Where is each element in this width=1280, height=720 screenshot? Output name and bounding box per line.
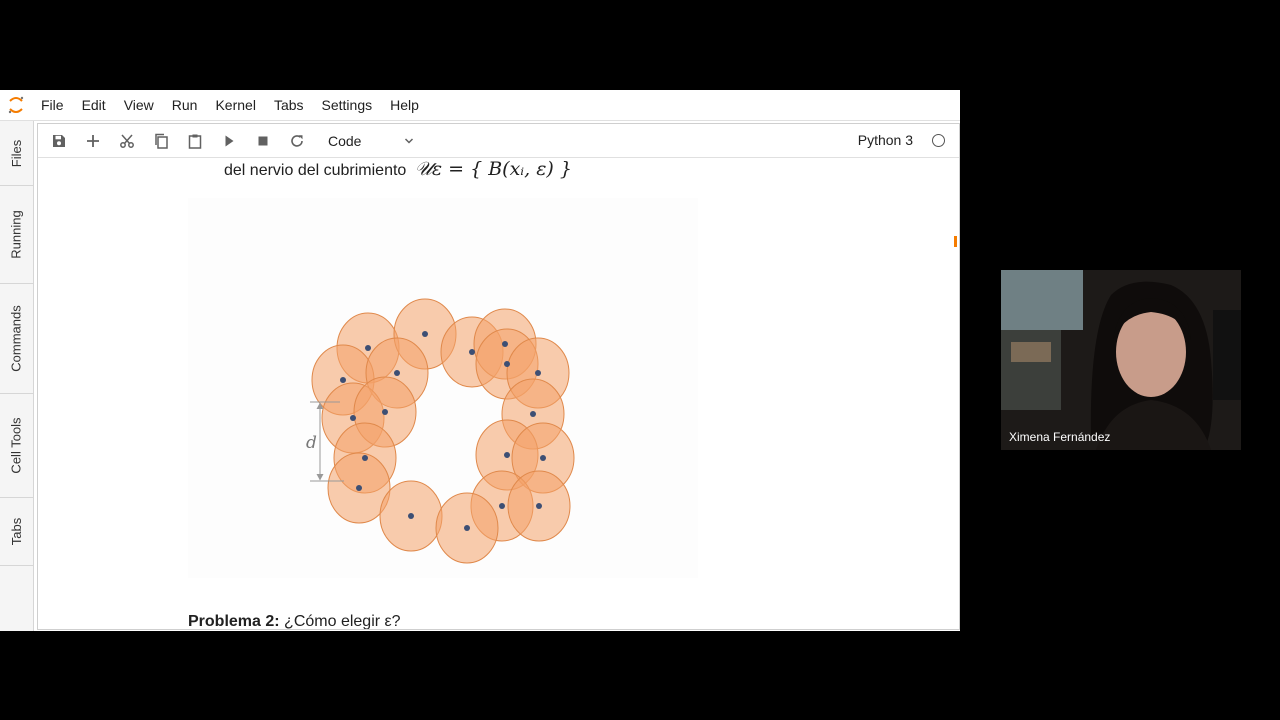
- ball-center-point: [504, 452, 510, 458]
- ball-center-point: [536, 503, 542, 509]
- sidebar-tab-label: Files: [8, 139, 24, 167]
- run-cell-button[interactable]: [212, 126, 246, 156]
- ball-center-point: [530, 411, 536, 417]
- restart-kernel-button[interactable]: [280, 126, 314, 156]
- left-sidebar: Files Running Commands Cell Tools Tabs: [0, 121, 34, 631]
- text-line-content: del nervio del cubrimiento: [224, 162, 407, 179]
- menu-kernel[interactable]: Kernel: [206, 90, 264, 120]
- ball-center-point: [408, 513, 414, 519]
- problem-label: Problema 2:: [188, 613, 280, 629]
- ball-center-point: [504, 361, 510, 367]
- menu-file[interactable]: File: [32, 90, 73, 120]
- menu-run[interactable]: Run: [163, 90, 207, 120]
- ball-center-point: [340, 377, 346, 383]
- sidebar-tab-label: Commands: [9, 304, 24, 372]
- save-button[interactable]: [42, 126, 76, 156]
- cell-type-dropdown[interactable]: Code: [328, 133, 414, 149]
- sidebar-tab-label: Running: [9, 209, 24, 259]
- ball-center-point: [540, 455, 546, 461]
- ball-center-point: [362, 455, 368, 461]
- sidebar-tab-label: Cell Tools: [9, 416, 24, 474]
- save-icon: [53, 134, 65, 147]
- stop-icon: [258, 136, 268, 145]
- ball-center-point: [502, 341, 508, 347]
- menu-edit[interactable]: Edit: [73, 90, 115, 120]
- cell-type-value: Code: [328, 132, 362, 149]
- notebook-panel: Code Python 3 del nervio del cubrimiento…: [37, 123, 960, 630]
- math-expression: 𝒰ε = { B(xᵢ, ε) }: [414, 158, 572, 180]
- jupyterlab-window: File Edit View Run Kernel Tabs Settings …: [0, 90, 960, 631]
- dimension-label: d: [306, 433, 317, 453]
- plus-icon: [87, 134, 99, 147]
- kernel-name[interactable]: Python 3: [858, 124, 913, 157]
- kernel-status-circle-icon: [932, 134, 945, 147]
- chevron-down-icon: [404, 137, 414, 144]
- restart-icon: [291, 134, 303, 147]
- menu-view[interactable]: View: [115, 90, 163, 120]
- ball-center-point: [535, 370, 541, 376]
- ball-center-point: [365, 345, 371, 351]
- ball-center-point: [422, 331, 428, 337]
- sidebar-tab-files[interactable]: Files: [0, 121, 33, 186]
- jupyter-logo-icon[interactable]: [0, 90, 32, 120]
- markdown-text-line: del nervio del cubrimiento 𝒰ε = { B(xᵢ, …: [224, 158, 572, 180]
- problem-question: ¿Cómo elegir ε?: [284, 613, 401, 629]
- problem-heading: Problema 2: ¿Cómo elegir ε?: [188, 613, 401, 629]
- ball-center-point: [499, 503, 505, 509]
- covering-balls-figure: d: [188, 198, 698, 578]
- menu-bar: File Edit View Run Kernel Tabs Settings …: [0, 90, 960, 121]
- ball-center-point: [382, 409, 388, 415]
- scrollbar-marker[interactable]: [954, 236, 957, 247]
- participant-video-image: [1001, 270, 1241, 450]
- sidebar-tab-tabs[interactable]: Tabs: [0, 497, 33, 566]
- notebook-content[interactable]: del nervio del cubrimiento 𝒰ε = { B(xᵢ, …: [38, 158, 959, 629]
- copy-button[interactable]: [144, 126, 178, 156]
- paste-icon: [188, 134, 202, 149]
- paste-button[interactable]: [178, 126, 212, 156]
- cut-icon: [120, 134, 134, 148]
- participant-name: Ximena Fernández: [1009, 430, 1111, 444]
- ball-center-point: [350, 415, 356, 421]
- sidebar-tab-cell-tools[interactable]: Cell Tools: [0, 393, 33, 498]
- menu-help[interactable]: Help: [381, 90, 428, 120]
- ball-center-point: [469, 349, 475, 355]
- run-icon: [225, 135, 234, 146]
- menu-settings[interactable]: Settings: [313, 90, 382, 120]
- interrupt-kernel-button[interactable]: [246, 126, 280, 156]
- menu-tabs[interactable]: Tabs: [265, 90, 313, 120]
- ball-center-point: [394, 370, 400, 376]
- notebook-toolbar: Code Python 3: [38, 124, 959, 158]
- video-participant-tile: Ximena Fernández: [1001, 270, 1241, 450]
- sidebar-tab-label: Tabs: [9, 517, 24, 545]
- ball-center-point: [356, 485, 362, 491]
- insert-cell-button[interactable]: [76, 126, 110, 156]
- ball-center-point: [464, 525, 470, 531]
- copy-icon: [155, 133, 168, 149]
- sidebar-tab-running[interactable]: Running: [0, 185, 33, 284]
- sidebar-tab-commands[interactable]: Commands: [0, 283, 33, 394]
- cut-button[interactable]: [110, 126, 144, 156]
